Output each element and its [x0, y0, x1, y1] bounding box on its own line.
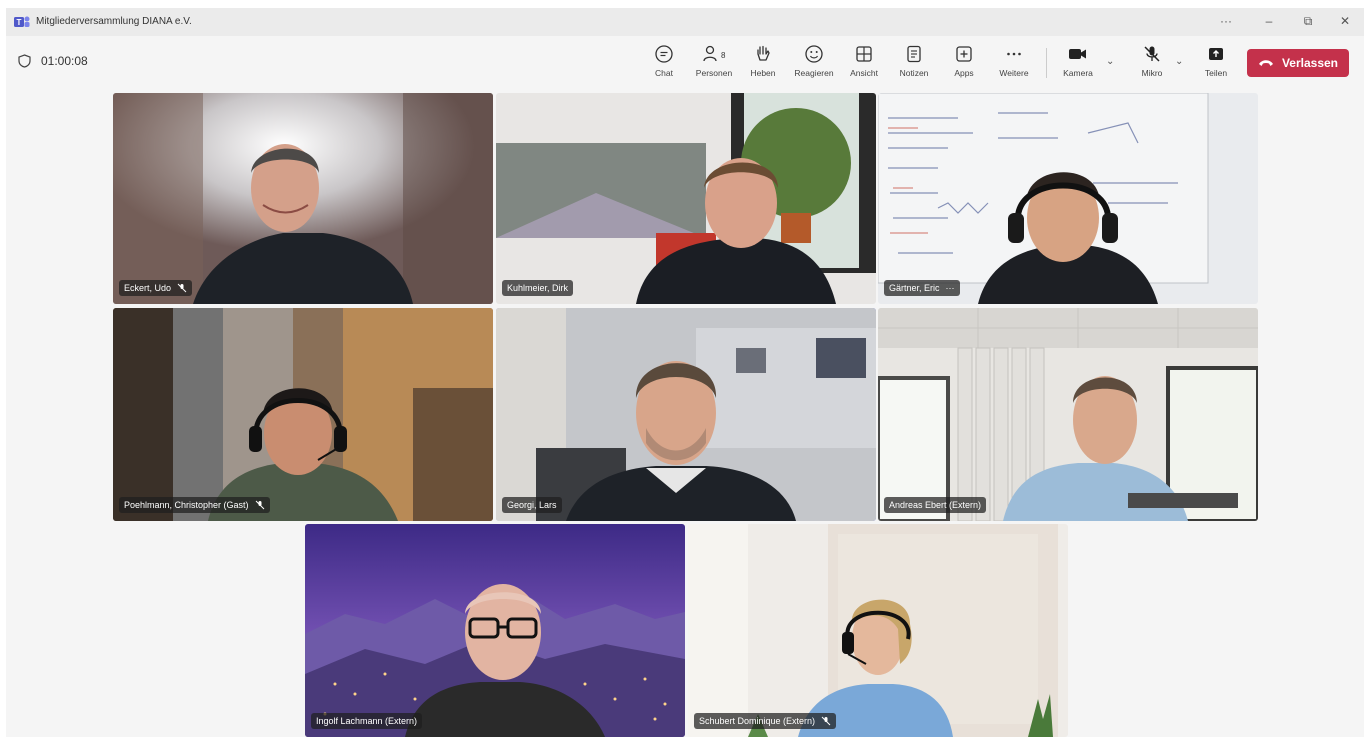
mic-muted-icon	[821, 716, 831, 726]
participant-name-label: Schubert Dominique (Extern)	[694, 713, 837, 729]
participant-video	[878, 93, 1258, 304]
participant-name: Georgi, Lars	[507, 500, 557, 510]
participant-name: Poehlmann, Christopher (Gast)	[124, 500, 249, 510]
shield-icon	[18, 54, 31, 68]
svg-text:T: T	[17, 18, 22, 27]
video-tile-christopher-poehlmann[interactable]: Poehlmann, Christopher (Gast)	[113, 308, 493, 521]
chat-label: Chat	[655, 68, 673, 78]
mic-muted-icon	[1144, 46, 1160, 62]
notes-icon	[907, 45, 921, 63]
chat-icon	[655, 45, 673, 63]
participant-video	[113, 308, 493, 521]
participant-name: Gärtner, Eric	[889, 283, 940, 293]
participant-name: Eckert, Udo	[124, 283, 172, 293]
video-tile-dirk-kuhlmeier[interactable]: Kuhlmeier, Dirk	[496, 93, 876, 304]
participant-name-label: Poehlmann, Christopher (Gast)	[119, 497, 270, 513]
title-bar: T Mitgliederversammlung DIANA e.V. ··· –…	[6, 8, 1364, 36]
restore-button[interactable]: ⧉	[1296, 14, 1320, 29]
participant-video	[878, 308, 1258, 521]
meeting-toolbar: 01:00:08 Chat 8 Personen Heben Reagieren…	[6, 36, 1364, 88]
participant-name-label: Andreas Ebert (Extern)	[884, 497, 987, 513]
notes-label: Notizen	[899, 68, 929, 78]
participant-video	[113, 93, 493, 304]
mic-muted-icon	[177, 283, 187, 293]
participant-video	[496, 308, 876, 521]
share-button[interactable]: Teilen	[1194, 44, 1238, 84]
people-count: 8	[721, 51, 726, 60]
people-button[interactable]: 8 Personen	[692, 44, 736, 84]
react-button[interactable]: Reagieren	[792, 44, 836, 84]
timer-text: 01:00:08	[41, 54, 88, 68]
participant-name-label: Ingolf Lachmann (Extern)	[311, 713, 423, 729]
window-title: Mitgliederversammlung DIANA e.V.	[36, 16, 192, 27]
window-more-button[interactable]: ···	[1214, 14, 1238, 28]
participant-name-label: Kuhlmeier, Dirk	[502, 280, 574, 296]
camera-icon	[1069, 49, 1086, 59]
apps-button[interactable]: Apps	[942, 44, 986, 84]
video-tile-dominique-schubert[interactable]: Schubert Dominique (Extern)	[688, 524, 1068, 737]
close-button[interactable]: ✕	[1333, 14, 1357, 28]
participant-video	[496, 93, 876, 304]
apps-label: Apps	[954, 68, 974, 78]
camera-options-chevron-icon[interactable]: ⌄	[1106, 56, 1114, 67]
people-icon: 8	[703, 45, 726, 62]
participant-name-label: Georgi, Lars	[502, 497, 562, 513]
chat-button[interactable]: Chat	[642, 44, 686, 84]
participant-name: Schubert Dominique (Extern)	[699, 716, 816, 726]
teams-window: T Mitgliederversammlung DIANA e.V. ··· –…	[6, 8, 1364, 737]
toolbar-divider	[1046, 48, 1047, 78]
raise-hand-icon	[757, 45, 770, 61]
view-button[interactable]: Ansicht	[842, 44, 886, 84]
mic-label: Mikro	[1141, 68, 1163, 78]
share-label: Teilen	[1204, 68, 1228, 78]
video-tile-udo-eckert[interactable]: Eckert, Udo	[113, 93, 493, 304]
participant-name: Ingolf Lachmann (Extern)	[316, 716, 418, 726]
meeting-timer: 01:00:08	[18, 54, 88, 68]
mic-options-chevron-icon[interactable]: ⌄	[1175, 56, 1183, 67]
participant-video	[305, 524, 685, 737]
view-label: Ansicht	[850, 68, 878, 78]
smiley-icon	[805, 45, 823, 63]
video-tile-eric-gaertner[interactable]: Gärtner, Eric ···	[878, 93, 1258, 304]
video-tile-ingolf-lachmann[interactable]: Ingolf Lachmann (Extern)	[305, 524, 685, 737]
people-label: Personen	[695, 68, 733, 78]
minimize-button[interactable]: –	[1257, 14, 1281, 28]
mic-button[interactable]: Mikro	[1130, 44, 1174, 84]
view-grid-icon	[856, 46, 872, 62]
more-label: Weitere	[999, 68, 1029, 78]
raise-hand-button[interactable]: Heben	[741, 44, 785, 84]
participant-name: Andreas Ebert (Extern)	[889, 500, 982, 510]
more-icon	[1007, 52, 1021, 56]
participant-name: Kuhlmeier, Dirk	[507, 283, 569, 293]
camera-label: Kamera	[1063, 68, 1093, 78]
participant-name-label: Gärtner, Eric ···	[884, 280, 960, 296]
participant-more-icon[interactable]: ···	[946, 283, 955, 293]
video-tile-andreas-ebert[interactable]: Andreas Ebert (Extern)	[878, 308, 1258, 521]
share-icon	[1209, 48, 1223, 60]
raise-hand-label: Heben	[750, 68, 776, 78]
more-button[interactable]: Weitere	[992, 44, 1036, 84]
mic-muted-icon	[255, 500, 264, 510]
teams-logo-icon: T	[14, 16, 30, 27]
hang-up-icon	[1258, 60, 1273, 66]
leave-label: Verlassen	[1281, 56, 1339, 70]
video-tile-lars-georgi[interactable]: Georgi, Lars	[496, 308, 876, 521]
leave-button[interactable]: Verlassen	[1247, 49, 1349, 77]
notes-button[interactable]: Notizen	[892, 44, 936, 84]
participant-name-label: Eckert, Udo	[119, 280, 193, 296]
participant-video	[688, 524, 1068, 737]
apps-plus-icon	[956, 46, 972, 62]
react-label: Reagieren	[794, 68, 834, 78]
camera-button[interactable]: Kamera	[1056, 44, 1100, 84]
